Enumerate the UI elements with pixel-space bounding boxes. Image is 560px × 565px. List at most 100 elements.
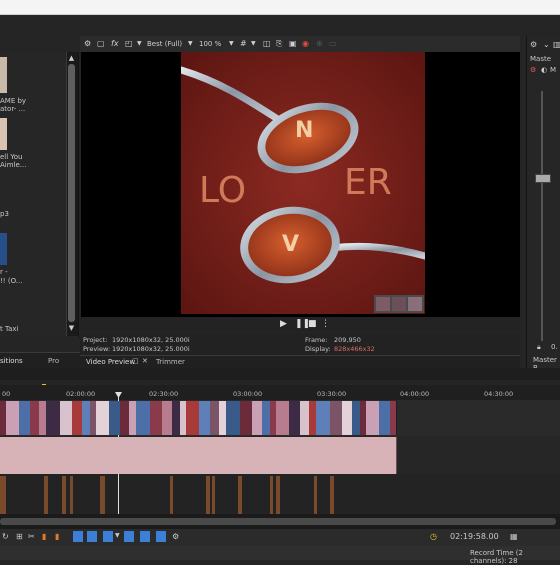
- chevron-down-icon[interactable]: ▼: [229, 38, 234, 50]
- chevron-down-icon[interactable]: ▼: [137, 38, 142, 50]
- media-item-title[interactable]: r -: [0, 268, 8, 276]
- snapshot-icon[interactable]: ⎘: [276, 38, 282, 50]
- fx-icon[interactable]: fx: [111, 38, 119, 50]
- ripple-tool-icon[interactable]: [140, 531, 150, 542]
- volume-fader[interactable]: [535, 174, 551, 183]
- video-clip[interactable]: [136, 401, 151, 435]
- chevron-down-icon[interactable]: ▼: [188, 38, 193, 50]
- edit-tool-icon[interactable]: [87, 531, 97, 542]
- close-icon[interactable]: ✕: [142, 357, 148, 365]
- snap-icon[interactable]: ⊞: [16, 532, 23, 541]
- video-clip[interactable]: [96, 401, 110, 435]
- quality-select[interactable]: Best (Full): [147, 38, 182, 50]
- copy-frame-icon[interactable]: ◰: [125, 38, 133, 50]
- stop-icon[interactable]: ■: [308, 319, 317, 329]
- zoom-tool-icon[interactable]: [124, 531, 134, 542]
- video-clip[interactable]: [316, 401, 331, 435]
- video-clip[interactable]: [390, 401, 397, 435]
- scroll-up-icon[interactable]: ▲: [68, 55, 75, 62]
- gear-icon[interactable]: ⚙: [84, 38, 91, 50]
- overlay-clip[interactable]: [276, 476, 280, 514]
- audio-clip[interactable]: [6, 437, 20, 474]
- split-icon[interactable]: ▥: [553, 40, 560, 49]
- overlay-clip[interactable]: [170, 476, 173, 514]
- loop-icon[interactable]: ↻: [2, 532, 9, 541]
- ruler-tick: 02:00:00: [66, 390, 96, 398]
- overlay-clip[interactable]: [330, 476, 334, 514]
- overlay-clip[interactable]: [100, 476, 105, 514]
- media-thumbnail[interactable]: [0, 118, 7, 150]
- tab-transitions[interactable]: sitions: [0, 357, 23, 365]
- media-item-title[interactable]: ell You: [0, 153, 23, 161]
- lock-icon[interactable]: 🔒︎: [537, 343, 541, 352]
- preview-info: Project: 1920x1080x32, 25.000i Preview: …: [80, 333, 520, 355]
- overlay-clip[interactable]: [62, 476, 66, 514]
- preview-label: Preview:: [83, 345, 111, 353]
- overlay-clip[interactable]: [70, 476, 73, 514]
- region-icon[interactable]: ▮: [55, 532, 59, 541]
- media-thumbnail[interactable]: [0, 57, 7, 93]
- audio-clip[interactable]: [366, 437, 380, 474]
- chevron-down-icon[interactable]: ▼: [251, 38, 256, 50]
- overlay-icon[interactable]: ◫: [263, 38, 271, 50]
- save-snapshot-icon[interactable]: ▣: [289, 38, 297, 50]
- audio-clip[interactable]: [186, 437, 200, 474]
- ruler-tick: 04:30:00: [484, 390, 514, 398]
- window-icon[interactable]: ▢: [132, 357, 139, 365]
- overlay-clip[interactable]: [0, 476, 6, 514]
- audio-clip[interactable]: [390, 437, 397, 474]
- preview-frame[interactable]: LO ER N V: [181, 52, 425, 314]
- tab-video-preview[interactable]: Video Preview: [86, 358, 135, 366]
- chevron-down-icon[interactable]: ▼: [115, 532, 120, 539]
- gear-icon[interactable]: ⚙: [530, 40, 537, 49]
- overlay-clip[interactable]: [212, 476, 215, 514]
- media-item-title[interactable]: AME by: [0, 97, 26, 105]
- video-clip[interactable]: [276, 401, 290, 435]
- media-item-title[interactable]: t Taxi: [0, 325, 18, 333]
- cut-icon[interactable]: ✂: [28, 532, 35, 541]
- overlay-clip[interactable]: [238, 476, 242, 514]
- tab-projects[interactable]: Pro: [48, 357, 59, 365]
- tab-trimmer[interactable]: Trimmer: [156, 358, 185, 366]
- settings-icon[interactable]: ⚙: [172, 532, 179, 541]
- preview-tabs: Video Preview ▢ ✕ Trimmer: [80, 355, 520, 368]
- media-thumbnail[interactable]: [0, 233, 7, 265]
- media-item-title[interactable]: p3: [0, 210, 9, 218]
- media-scrollbar-thumb[interactable]: [68, 64, 75, 322]
- video-clip[interactable]: [366, 401, 380, 435]
- timeline-scrollbar-thumb[interactable]: [0, 518, 556, 525]
- audio-clip[interactable]: [96, 437, 110, 474]
- record-icon[interactable]: ◉: [302, 38, 309, 50]
- overlay-clip[interactable]: [314, 476, 317, 514]
- project-label: Project:: [83, 336, 108, 344]
- overlay-clip[interactable]: [206, 476, 210, 514]
- audio-clip[interactable]: [46, 437, 61, 474]
- video-clip[interactable]: [6, 401, 20, 435]
- lock-tool-icon[interactable]: [156, 531, 166, 542]
- video-clip[interactable]: [226, 401, 241, 435]
- audio-clip[interactable]: [136, 437, 151, 474]
- overlay-clip[interactable]: [270, 476, 273, 514]
- time-grid-icon[interactable]: ▦: [510, 532, 518, 541]
- zoom-select[interactable]: 100 %: [199, 38, 221, 50]
- overlay-clip[interactable]: [44, 476, 48, 514]
- more-icon[interactable]: ⋮: [321, 319, 330, 329]
- audio-clip[interactable]: [226, 437, 241, 474]
- audio-clip[interactable]: [276, 437, 290, 474]
- fx-chain-icon[interactable]: ⚙: [530, 66, 536, 74]
- mute-icon[interactable]: ◐: [541, 66, 547, 74]
- play-icon[interactable]: ▶: [280, 319, 287, 329]
- backdrop-letters: ER: [344, 162, 392, 203]
- scroll-down-icon[interactable]: ▼: [68, 325, 75, 332]
- select-tool-icon[interactable]: [73, 531, 83, 542]
- chevron-down-icon[interactable]: ⌄: [543, 40, 550, 49]
- master-mute-label[interactable]: M: [550, 66, 556, 74]
- video-clip[interactable]: [186, 401, 200, 435]
- overlay-track[interactable]: [0, 474, 560, 514]
- envelope-tool-icon[interactable]: [103, 531, 113, 542]
- video-clip[interactable]: [46, 401, 61, 435]
- marker-icon[interactable]: ▮: [42, 532, 46, 541]
- split-screen-icon[interactable]: ▢: [97, 38, 105, 50]
- audio-clip[interactable]: [316, 437, 331, 474]
- grid-icon[interactable]: #: [240, 38, 247, 50]
